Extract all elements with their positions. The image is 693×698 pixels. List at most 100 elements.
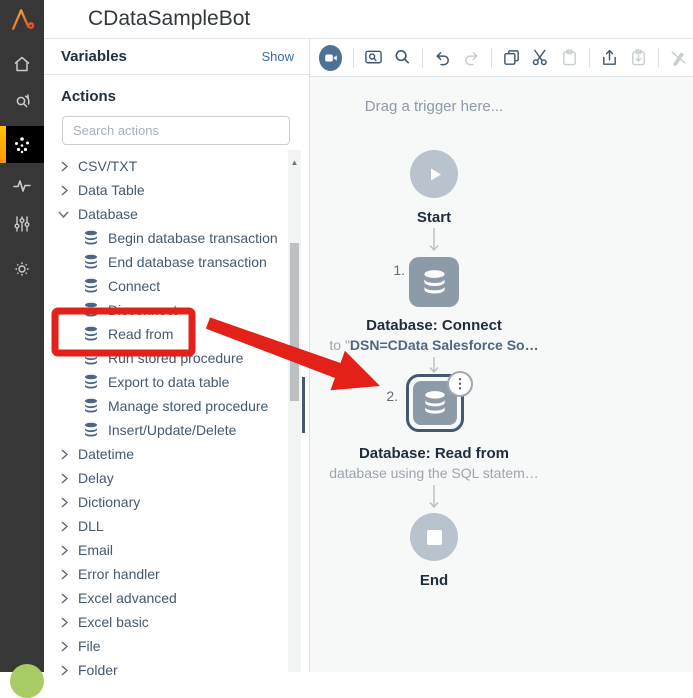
undo-icon[interactable] xyxy=(433,48,452,67)
chevron-right-icon xyxy=(57,639,71,653)
action-item-export-to-data-table[interactable]: Export to data table xyxy=(44,370,309,394)
edit-disabled-icon[interactable] xyxy=(669,48,688,67)
action-group-delay[interactable]: Delay xyxy=(44,466,309,490)
toolbar-separator xyxy=(589,48,590,68)
scroll-up-arrow[interactable]: ▲ xyxy=(288,158,301,167)
database-icon xyxy=(83,374,99,390)
group-label: Dictionary xyxy=(78,494,140,510)
action-label: Connect xyxy=(108,278,160,294)
action-group-excel-advanced[interactable]: Excel advanced xyxy=(44,586,309,610)
actions-title: Actions xyxy=(61,88,309,105)
action-group-csv-txt[interactable]: CSV/TXT xyxy=(44,154,309,178)
flow-area: Drag a trigger here... Start 1. Database… xyxy=(310,77,693,672)
toolbar-separator xyxy=(658,48,659,68)
subtitle-prefix: to " xyxy=(329,337,350,353)
action-group-error-handler[interactable]: Error handler xyxy=(44,562,309,586)
chevron-right-icon xyxy=(57,495,71,509)
toolbar-separator xyxy=(491,48,492,68)
action-group-excel-basic[interactable]: Excel basic xyxy=(44,610,309,634)
action-item-begin-database-transaction[interactable]: Begin database transaction xyxy=(44,226,309,250)
action-group-data-table[interactable]: Data Table xyxy=(44,178,309,202)
database-icon xyxy=(83,350,99,366)
group-label: DLL xyxy=(78,518,104,534)
top-bar: CDataSampleBot xyxy=(44,0,693,39)
variables-title: Variables xyxy=(61,48,127,65)
action-group-datetime[interactable]: Datetime xyxy=(44,442,309,466)
actions-palette-icon[interactable] xyxy=(0,126,44,163)
scrollbar-thumb[interactable] xyxy=(290,243,299,401)
end-node[interactable] xyxy=(410,513,458,561)
chevron-right-icon xyxy=(57,519,71,533)
action-label: Disconnect xyxy=(108,302,177,318)
zoom-icon[interactable] xyxy=(393,48,412,67)
group-label: File xyxy=(78,638,101,654)
gear-icon[interactable] xyxy=(0,253,44,285)
node-title: Database: Read from xyxy=(310,445,558,462)
search-actions-input[interactable] xyxy=(62,116,290,145)
upload-icon[interactable] xyxy=(600,48,619,67)
download-icon[interactable] xyxy=(629,48,648,67)
action-item-insert-update-delete[interactable]: Insert/Update/Delete xyxy=(44,418,309,442)
find-icon[interactable] xyxy=(364,48,383,67)
database-icon xyxy=(83,278,99,294)
trigger-drop-hint: Drag a trigger here... xyxy=(310,98,558,115)
canvas-toolbar xyxy=(310,39,693,77)
variables-show-link[interactable]: Show xyxy=(261,49,294,64)
panel-scrollbar[interactable]: ▲ xyxy=(288,150,301,672)
action-item-disconnect[interactable]: Disconnect xyxy=(44,298,309,322)
discovery-icon[interactable] xyxy=(0,86,44,118)
record-icon[interactable] xyxy=(319,45,342,71)
action-label: End database transaction xyxy=(108,254,267,270)
end-node-label: End xyxy=(310,572,558,589)
start-node-label: Start xyxy=(310,209,558,226)
action-item-run-stored-procedure[interactable]: Run stored procedure xyxy=(44,346,309,370)
actions-tree: CSV/TXT Data Table Database Begin databa… xyxy=(44,154,309,682)
database-icon xyxy=(83,326,99,342)
node-menu-ellipsis-icon[interactable]: ⋮ xyxy=(447,371,473,397)
action-group-file[interactable]: File xyxy=(44,634,309,658)
paste-icon[interactable] xyxy=(560,48,579,67)
action-item-manage-stored-procedure[interactable]: Manage stored procedure xyxy=(44,394,309,418)
group-label: Excel basic xyxy=(78,614,149,630)
group-label: Email xyxy=(78,542,113,558)
help-bubble[interactable] xyxy=(10,664,44,698)
redo-icon[interactable] xyxy=(462,48,481,67)
group-label: Delay xyxy=(78,470,114,486)
action-item-read-from[interactable]: Read from xyxy=(44,322,309,346)
action-group-dictionary[interactable]: Dictionary xyxy=(44,490,309,514)
home-icon[interactable] xyxy=(0,48,44,80)
subtitle-value: DSN=CData Salesforce So… xyxy=(350,337,539,353)
panel-resize-handle[interactable] xyxy=(302,377,305,433)
activity-icon[interactable] xyxy=(0,170,44,202)
group-label: Excel advanced xyxy=(78,590,177,606)
node-database-connect[interactable] xyxy=(409,257,459,307)
variables-header: Variables Show xyxy=(44,39,309,75)
connector-arrow xyxy=(428,485,440,509)
action-group-database[interactable]: Database xyxy=(44,202,309,226)
actions-panel: Variables Show Actions CSV/TXT Data Tabl… xyxy=(44,39,309,672)
group-label: Data Table xyxy=(78,182,145,198)
start-node[interactable] xyxy=(410,150,458,198)
stop-icon xyxy=(427,530,442,545)
action-item-connect[interactable]: Connect xyxy=(44,274,309,298)
action-group-folder[interactable]: Folder xyxy=(44,658,309,682)
bot-title: CDataSampleBot xyxy=(88,7,250,31)
copy-icon[interactable] xyxy=(502,48,521,67)
action-label: Manage stored procedure xyxy=(108,398,268,414)
cut-icon[interactable] xyxy=(531,48,550,67)
action-group-dll[interactable]: DLL xyxy=(44,514,309,538)
toolbar-separator xyxy=(422,48,423,68)
node-number: 2. xyxy=(383,388,398,404)
database-icon xyxy=(83,422,99,438)
node-subtitle: to "DSN=CData Salesforce So… xyxy=(310,337,558,353)
app-sidebar xyxy=(0,0,44,672)
action-item-end-database-transaction[interactable]: End database transaction xyxy=(44,250,309,274)
sliders-icon[interactable] xyxy=(0,208,44,240)
action-label: Run stored procedure xyxy=(108,350,243,366)
chevron-right-icon xyxy=(57,183,71,197)
action-label: Insert/Update/Delete xyxy=(108,422,236,438)
node-number: 1. xyxy=(390,262,405,278)
action-group-email[interactable]: Email xyxy=(44,538,309,562)
node-title: Database: Connect xyxy=(310,317,558,334)
automation-anywhere-logo[interactable] xyxy=(0,0,44,40)
